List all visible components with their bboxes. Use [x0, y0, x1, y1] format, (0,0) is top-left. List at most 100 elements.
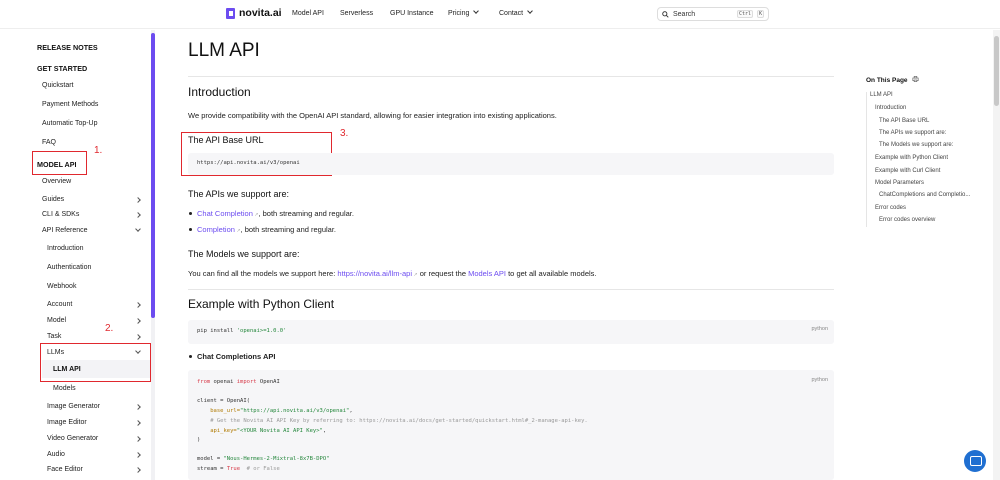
sidebar-item-image-generator[interactable]: Image Generator	[47, 403, 100, 410]
models-text-3: to get all available models.	[506, 269, 597, 278]
brand-logo[interactable]: novita.ai	[226, 7, 282, 19]
kbd-k: K	[756, 10, 764, 18]
sidebar-item-payment-methods[interactable]: Payment Methods	[42, 101, 98, 108]
toc-item-llm-api[interactable]: LLM API	[870, 92, 893, 98]
base-url-heading: The API Base URL	[188, 135, 264, 145]
sidebar-item-authentication[interactable]: Authentication	[47, 264, 91, 271]
section-introduction-heading: Introduction	[188, 85, 251, 99]
chat-completion-link[interactable]: Chat Completion	[197, 209, 253, 218]
models-heading: The Models we support are:	[188, 249, 300, 259]
toc-item-models-supported[interactable]: The Models we support are:	[879, 142, 953, 148]
code-token: openai	[210, 379, 237, 385]
api-item-1-rest: , both streaming and regular.	[258, 209, 354, 218]
toc-item-error-codes[interactable]: Error codes	[875, 205, 906, 211]
code-line: )	[197, 437, 201, 443]
nav-contact[interactable]: Contact	[499, 8, 533, 17]
chevron-right-icon	[135, 197, 141, 203]
annotation-label-1: 1.	[94, 145, 103, 156]
nav-pricing-label: Pricing	[448, 10, 470, 17]
sidebar-item-automatic-topup[interactable]: Automatic Top-Up	[42, 120, 98, 127]
base-url-code[interactable]: https://api.novita.ai/v3/openai	[197, 160, 300, 166]
chevron-right-icon	[135, 436, 141, 442]
sidebar-item-model[interactable]: Model	[47, 317, 66, 324]
print-icon[interactable]	[912, 76, 919, 82]
chat-support-button[interactable]	[964, 450, 986, 472]
logo-text: novita.ai	[239, 7, 282, 19]
models-api-link[interactable]: Models API	[468, 269, 506, 278]
base-url-code-block[interactable]: https://api.novita.ai/v3/openai	[188, 153, 834, 175]
sidebar-item-guides[interactable]: Guides	[42, 196, 64, 203]
sidebar-item-quickstart[interactable]: Quickstart	[42, 82, 74, 89]
models-text-2: or request the	[417, 269, 469, 278]
bullet-icon	[189, 228, 192, 231]
toc-item-api-base-url[interactable]: The API Base URL	[879, 118, 929, 124]
search-box[interactable]: Search Ctrl K	[657, 7, 769, 21]
pip-command-1: pip install	[197, 328, 237, 334]
code-token: "Nous-Hermes-2-Mixtral-8x7B-DPO"	[223, 456, 330, 462]
code-token: from	[197, 379, 211, 385]
toc-item-apis-supported[interactable]: The APIs we support are:	[879, 130, 946, 136]
page-scrollbar-thumb[interactable]	[994, 36, 999, 106]
models-text-1: You can find all the models we support h…	[188, 269, 338, 278]
chevron-right-icon	[135, 334, 141, 340]
pip-code-block[interactable]: pip install 'openai>=1.0.0' python	[188, 320, 834, 344]
code-token: "<YOUR Novita AI API Key>"	[236, 428, 323, 434]
code-token: "https://api.novita.ai/v3/openai"	[240, 408, 350, 414]
code-line: client = OpenAI(	[197, 398, 250, 404]
models-text: You can find all the models we support h…	[188, 269, 596, 278]
sidebar-release-notes[interactable]: RELEASE NOTES	[37, 43, 98, 52]
pip-command[interactable]: pip install 'openai>=1.0.0'	[197, 328, 286, 334]
code-line: model = "Nous-Hermes-2-Mixtral-8x7B-DPO"	[197, 456, 329, 462]
sidebar-get-started[interactable]: GET STARTED	[37, 64, 87, 73]
sidebar-item-models[interactable]: Models	[53, 385, 76, 392]
chevron-right-icon	[135, 420, 141, 426]
sidebar-item-account[interactable]: Account	[47, 301, 72, 308]
code-token: ,	[349, 408, 353, 414]
api-item-chat-completion: Chat Completion ↗, both streaming and re…	[197, 209, 354, 218]
sidebar-item-api-reference[interactable]: API Reference	[42, 227, 88, 234]
toc-item-error-codes-overview[interactable]: Error codes overview	[879, 217, 935, 223]
nav-pricing[interactable]: Pricing	[448, 8, 480, 17]
divider	[188, 76, 834, 77]
nav-gpu-instance[interactable]: GPU Instance	[390, 10, 434, 17]
sidebar-scrollbar[interactable]	[151, 33, 155, 318]
toc-item-introduction[interactable]: Introduction	[875, 105, 906, 111]
sidebar-item-overview[interactable]: Overview	[42, 178, 71, 185]
sidebar-item-task[interactable]: Task	[47, 333, 61, 340]
intro-text: We provide compatibility with the OpenAI…	[188, 111, 557, 120]
sidebar-item-cli-sdks[interactable]: CLI & SDKs	[42, 211, 79, 218]
chevron-down-icon	[527, 8, 533, 14]
toc-rail	[866, 92, 867, 227]
api-item-completion: Completion ↗, both streaming and regular…	[197, 225, 336, 234]
sidebar-item-faq[interactable]: FAQ	[42, 139, 56, 146]
toc-item-chatcompletions[interactable]: ChatCompletions and Completio...	[879, 192, 970, 198]
sidebar-item-webhook[interactable]: Webhook	[47, 283, 76, 290]
sidebar-item-introduction[interactable]: Introduction	[47, 245, 84, 252]
nav-serverless[interactable]: Serverless	[340, 10, 373, 17]
code-line: stream = True # or False	[197, 466, 280, 472]
code-token: model =	[197, 456, 224, 462]
sidebar-item-face-editor[interactable]: Face Editor	[47, 466, 83, 473]
code-token: base_url=	[197, 408, 241, 414]
sidebar-item-image-editor[interactable]: Image Editor	[47, 419, 87, 426]
code-line: base_url="https://api.novita.ai/v3/opena…	[197, 408, 353, 414]
code-token: OpenAI	[256, 379, 280, 385]
python-code-block[interactable]: python from openai import OpenAI client …	[188, 370, 834, 480]
llm-api-link[interactable]: https://novita.ai/llm-api	[337, 269, 412, 278]
completion-link[interactable]: Completion	[197, 225, 235, 234]
code-lang-label: python	[811, 326, 828, 332]
nav-model-api[interactable]: Model API	[292, 10, 324, 17]
bullet-icon	[189, 212, 192, 215]
toc-item-python-example[interactable]: Example with Python Client	[875, 155, 948, 161]
toc-item-curl-example[interactable]: Example with Curl Client	[875, 168, 940, 174]
code-line: api_key="<YOUR Novita AI API Key>",	[197, 428, 326, 434]
top-nav: novita.ai Model API Serverless GPU Insta…	[0, 0, 1000, 29]
code-token: True	[226, 466, 241, 472]
toc-item-model-parameters[interactable]: Model Parameters	[875, 180, 924, 186]
divider	[188, 289, 834, 290]
code-token: ,	[322, 428, 327, 434]
sidebar-item-video-generator[interactable]: Video Generator	[47, 435, 98, 442]
annotation-box-2	[40, 343, 151, 382]
sidebar-item-audio[interactable]: Audio	[47, 451, 65, 458]
code-line: # Get the Novita AI API Key by referring…	[197, 418, 588, 424]
